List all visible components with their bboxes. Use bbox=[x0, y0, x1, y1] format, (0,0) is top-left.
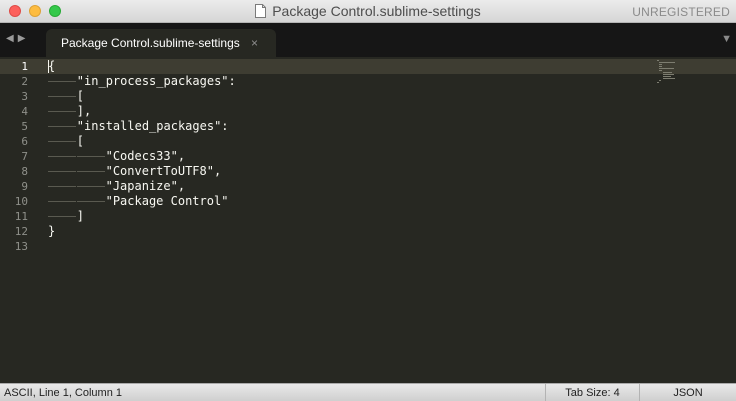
line-number: 6 bbox=[21, 135, 28, 148]
indent-guide bbox=[48, 171, 76, 172]
line-number: 7 bbox=[21, 150, 28, 163]
code-line: "Package Control" bbox=[105, 194, 229, 208]
code-line: ] bbox=[76, 209, 85, 223]
title-bar: Package Control.sublime-settings UNREGIS… bbox=[0, 0, 736, 23]
line-number: 10 bbox=[14, 195, 28, 208]
indent-guide bbox=[76, 171, 105, 172]
tab-size-selector[interactable]: Tab Size: 4 bbox=[546, 387, 639, 399]
tab-nav-arrows: ◀▶ bbox=[6, 33, 29, 44]
code-line: [ bbox=[76, 89, 85, 103]
window-title: Package Control.sublime-settings bbox=[0, 3, 736, 19]
indent-guide bbox=[48, 111, 76, 112]
cursor-position-status: ASCII, Line 1, Column 1 bbox=[4, 387, 123, 399]
code-line: [ bbox=[76, 134, 85, 148]
line-number-gutter: 1 2 3 4 5 6 7 8 9 10 11 12 13 bbox=[0, 57, 40, 383]
line-number: 9 bbox=[21, 180, 28, 193]
line-number: 11 bbox=[14, 210, 28, 223]
current-line-highlight bbox=[0, 59, 736, 74]
tab-package-control[interactable]: Package Control.sublime-settings × bbox=[46, 29, 276, 57]
indent-guide bbox=[76, 156, 105, 157]
line-number: 4 bbox=[21, 105, 28, 118]
indent-guide bbox=[76, 186, 105, 187]
code-line: "Japanize", bbox=[105, 179, 186, 193]
line-number: 1 bbox=[21, 60, 28, 73]
code-line: { bbox=[48, 59, 56, 73]
minimap[interactable] bbox=[655, 58, 695, 88]
line-number: 8 bbox=[21, 165, 28, 178]
indent-guide bbox=[48, 81, 76, 82]
tab-label: Package Control.sublime-settings bbox=[61, 36, 240, 50]
close-tab-icon[interactable]: × bbox=[251, 36, 258, 50]
line-number: 3 bbox=[21, 90, 28, 103]
indent-guide bbox=[48, 216, 76, 217]
back-arrow-icon[interactable]: ◀ bbox=[6, 33, 18, 44]
indent-guide bbox=[48, 201, 76, 202]
indent-guide bbox=[48, 96, 76, 97]
line-number: 12 bbox=[14, 225, 28, 238]
status-bar: ASCII, Line 1, Column 1 Tab Size: 4 JSON bbox=[0, 383, 736, 401]
line-number: 5 bbox=[21, 120, 28, 133]
code-line: ], bbox=[76, 104, 92, 118]
line-number: 13 bbox=[14, 240, 28, 253]
code-line: "Codecs33", bbox=[105, 149, 186, 163]
indent-guide bbox=[48, 186, 76, 187]
indent-guide bbox=[48, 141, 76, 142]
tab-list-dropdown-icon[interactable]: ▼ bbox=[721, 33, 732, 45]
indent-guide bbox=[48, 156, 76, 157]
editor-pane[interactable]: 1 2 3 4 5 6 7 8 9 10 11 12 13 {"in_process_packages"… bbox=[0, 57, 736, 383]
code-line: "ConvertToUTF8", bbox=[105, 164, 222, 178]
window-title-text: Package Control.sublime-settings bbox=[272, 3, 481, 19]
text-caret bbox=[48, 60, 49, 73]
forward-arrow-icon[interactable]: ▶ bbox=[18, 33, 30, 44]
syntax-selector[interactable]: JSON bbox=[640, 387, 736, 399]
line-number: 2 bbox=[21, 75, 28, 88]
tab-bar: ◀▶ Package Control.sublime-settings × ▼ bbox=[0, 23, 736, 57]
code-line: } bbox=[48, 224, 56, 238]
license-status: UNREGISTERED bbox=[632, 5, 730, 19]
indent-guide bbox=[76, 201, 105, 202]
document-icon bbox=[255, 4, 267, 18]
indent-guide bbox=[48, 126, 76, 127]
code-line: "installed_packages": bbox=[76, 119, 229, 133]
code-line: "in_process_packages": bbox=[76, 74, 236, 88]
